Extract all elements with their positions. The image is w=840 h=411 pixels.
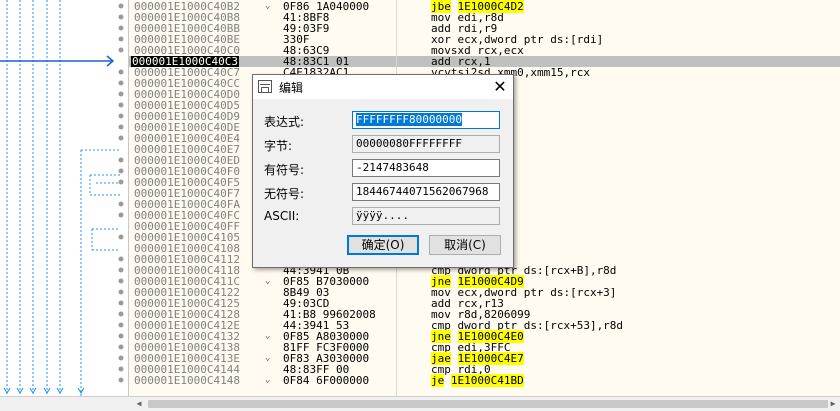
expression-label: 表达式: xyxy=(264,115,305,129)
unsigned-value: 18446744071562067968 xyxy=(356,185,489,198)
bytes-value: 00000080FFFFFFFF xyxy=(356,137,462,150)
signed-value: -2147483648 xyxy=(356,161,429,174)
ascii-value: ÿÿÿÿ.... xyxy=(356,209,409,222)
ok-button[interactable]: 确定(O) xyxy=(347,235,419,255)
jump-lines xyxy=(0,0,124,396)
signed-field[interactable]: -2147483648 xyxy=(352,159,500,177)
window-icon xyxy=(258,80,272,93)
edit-dialog: 编辑 ✕ 表达式: FFFFFFFF80000000 字节: 00000080F… xyxy=(252,74,514,268)
scrollbar-thumb[interactable] xyxy=(148,400,828,408)
jump-down-icon: ⌄ xyxy=(265,375,271,385)
signed-label: 有符号: xyxy=(264,163,305,177)
ascii-field[interactable]: ÿÿÿÿ.... xyxy=(352,207,500,225)
bytes-cell: 0F84 6F000000 xyxy=(283,374,370,387)
address-cell: 000001E1000C4148 xyxy=(134,374,240,387)
bytes-label: 字节: xyxy=(264,139,293,153)
disassembly-cell: je 1E1000C41BD xyxy=(431,374,524,387)
scroll-right-icon[interactable]: ▶ xyxy=(826,397,840,411)
scroll-left-icon[interactable]: ◀ xyxy=(132,397,146,411)
jump-down-icon: ⌄ xyxy=(265,331,271,341)
unsigned-field[interactable]: 18446744071562067968 xyxy=(352,183,500,201)
ascii-label: ASCII: xyxy=(264,209,300,223)
dialog-title: 编辑 xyxy=(279,81,304,95)
horizontal-scrollbar[interactable]: ◀ ▶ xyxy=(0,396,840,411)
expression-field[interactable]: FFFFFFFF80000000 xyxy=(352,111,500,129)
instruction-text xyxy=(444,374,451,387)
unsigned-label: 无符号: xyxy=(264,187,305,201)
jump-down-icon: ⌄ xyxy=(265,276,271,286)
jump-arrows-gutter xyxy=(0,0,129,396)
instruction-row[interactable]: 000001E1000C4148 ⌄ 0F84 6F000000 je 1E1000C… xyxy=(129,374,840,387)
jump-down-icon: ⌄ xyxy=(265,353,271,363)
highlighted-token: 1E1000C41BD xyxy=(450,374,524,387)
highlighted-token: je xyxy=(431,374,445,387)
dialog-titlebar[interactable]: 编辑 ✕ xyxy=(253,75,513,99)
close-icon[interactable]: ✕ xyxy=(489,76,511,98)
expression-value: FFFFFFFF80000000 xyxy=(356,113,462,126)
bytes-field[interactable]: 00000080FFFFFFFF xyxy=(352,135,500,153)
jump-down-icon: ⌄ xyxy=(265,1,271,11)
cancel-button[interactable]: 取消(C) xyxy=(429,235,501,255)
